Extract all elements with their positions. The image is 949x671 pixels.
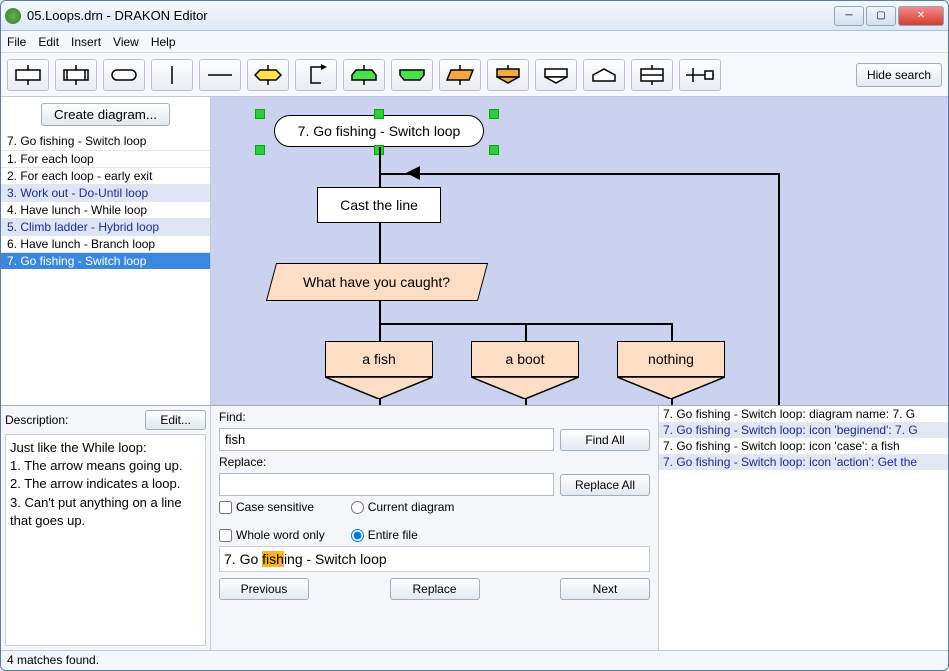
tool-shelf-icon[interactable] [631, 59, 673, 91]
connector-line [671, 323, 673, 341]
tool-horizontal-icon[interactable] [199, 59, 241, 91]
selection-handle[interactable] [374, 109, 384, 119]
search-panel: Find: Find All Replace: Replace All Case… [211, 406, 658, 650]
find-all-button[interactable]: Find All [560, 429, 650, 451]
connector-line [778, 173, 780, 405]
menu-insert[interactable]: Insert [71, 35, 101, 49]
titlebar: 05.Loops.drn - DRAKON Editor ─ ▢ ✕ [1, 1, 948, 31]
create-diagram-button[interactable]: Create diagram... [41, 103, 170, 126]
menu-help[interactable]: Help [151, 35, 176, 49]
tool-connector-icon[interactable] [679, 59, 721, 91]
list-item[interactable]: 4. Have lunch - While loop [1, 201, 210, 218]
connector-line [525, 399, 527, 405]
tool-arrow-icon[interactable] [295, 59, 337, 91]
search-results[interactable]: 7. Go fishing - Switch loop: diagram nam… [658, 406, 948, 650]
description-panel: Description: Edit... Just like the While… [1, 406, 211, 650]
connector-line [671, 399, 673, 405]
description-label: Description: [5, 413, 68, 427]
tool-case-icon[interactable] [487, 59, 529, 91]
list-item[interactable]: 5. Climb ladder - Hybrid loop [1, 218, 210, 235]
entire-file-radio[interactable]: Entire file [351, 528, 455, 542]
result-item[interactable]: 7. Go fishing - Switch loop: diagram nam… [659, 406, 948, 422]
list-item[interactable]: 6. Have lunch - Branch loop [1, 235, 210, 252]
diagram-list[interactable]: 1. For each loop 2. For each loop - earl… [1, 150, 210, 405]
result-item[interactable]: 7. Go fishing - Switch loop: icon 'case'… [659, 438, 948, 454]
current-match: 7. Go fishing - Switch loop [219, 546, 650, 572]
case-shape[interactable]: a fish [325, 341, 433, 399]
menubar: File Edit Insert View Help [1, 31, 948, 53]
connector-line [379, 173, 779, 175]
tool-select-icon[interactable] [439, 59, 481, 91]
window-title: 05.Loops.drn - DRAKON Editor [27, 8, 832, 23]
action-shape[interactable]: Cast the line [317, 187, 441, 223]
sidebar: Create diagram... 7. Go fishing - Switch… [1, 97, 211, 405]
tool-loopstart-icon[interactable] [343, 59, 385, 91]
selection-handle[interactable] [489, 109, 499, 119]
close-button[interactable]: ✕ [898, 6, 944, 26]
replace-all-button[interactable]: Replace All [560, 474, 650, 496]
edit-description-button[interactable]: Edit... [145, 410, 206, 430]
menu-file[interactable]: File [7, 35, 26, 49]
result-item[interactable]: 7. Go fishing - Switch loop: icon 'actio… [659, 454, 948, 470]
current-diagram-radio[interactable]: Current diagram [351, 500, 455, 514]
connector-line [379, 301, 381, 341]
next-button[interactable]: Next [560, 578, 650, 600]
connector-line [525, 323, 527, 341]
list-item[interactable]: 2. For each loop - early exit [1, 167, 210, 184]
whole-word-checkbox[interactable]: Whole word only [219, 528, 325, 542]
replace-button[interactable]: Replace [390, 578, 480, 600]
hide-search-button[interactable]: Hide search [856, 63, 942, 87]
connector-line [379, 147, 381, 187]
find-input[interactable] [219, 428, 554, 451]
select-shape[interactable]: What have you caught? [266, 263, 488, 301]
arrowhead-icon [406, 166, 422, 180]
connector-line [379, 223, 381, 263]
list-item[interactable]: 7. Go fishing - Switch loop [1, 252, 210, 269]
beginend-shape[interactable]: 7. Go fishing - Switch loop [274, 115, 484, 147]
replace-input[interactable] [219, 473, 554, 496]
list-item[interactable]: 3. Work out - Do-Until loop [1, 184, 210, 201]
connector-line [379, 399, 381, 405]
toolbar: Hide search [1, 53, 948, 97]
tool-branch-icon[interactable] [535, 59, 577, 91]
case-sensitive-checkbox[interactable]: Case sensitive [219, 500, 325, 514]
tool-action-icon[interactable] [7, 59, 49, 91]
maximize-button[interactable]: ▢ [866, 6, 896, 26]
selection-handle[interactable] [255, 145, 265, 155]
tool-loopend-icon[interactable] [391, 59, 433, 91]
tool-if-icon[interactable] [247, 59, 289, 91]
case-shape[interactable]: nothing [617, 341, 725, 399]
selection-handle[interactable] [489, 145, 499, 155]
tool-address-icon[interactable] [583, 59, 625, 91]
main-row: Create diagram... 7. Go fishing - Switch… [1, 97, 948, 405]
menu-edit[interactable]: Edit [38, 35, 59, 49]
case-shape[interactable]: a boot [471, 341, 579, 399]
bottom-panel: Description: Edit... Just like the While… [1, 405, 948, 650]
statusbar: 4 matches found. [1, 650, 948, 670]
tool-vertical-icon[interactable] [151, 59, 193, 91]
replace-label: Replace: [219, 455, 650, 469]
find-label: Find: [219, 410, 650, 424]
previous-button[interactable]: Previous [219, 578, 309, 600]
minimize-button[interactable]: ─ [834, 6, 864, 26]
result-item[interactable]: 7. Go fishing - Switch loop: icon 'begin… [659, 422, 948, 438]
list-item[interactable]: 1. For each loop [1, 150, 210, 167]
tool-insertion-icon[interactable] [55, 59, 97, 91]
description-text: Just like the While loop: 1. The arrow m… [5, 434, 206, 646]
menu-view[interactable]: View [113, 35, 139, 49]
tool-beginend-icon[interactable] [103, 59, 145, 91]
current-diagram-label: 7. Go fishing - Switch loop [1, 132, 210, 150]
app-window: 05.Loops.drn - DRAKON Editor ─ ▢ ✕ File … [0, 0, 949, 671]
canvas[interactable]: 7. Go fishing - Switch loop Cast the lin… [211, 97, 948, 405]
app-icon [5, 8, 21, 24]
selection-handle[interactable] [255, 109, 265, 119]
